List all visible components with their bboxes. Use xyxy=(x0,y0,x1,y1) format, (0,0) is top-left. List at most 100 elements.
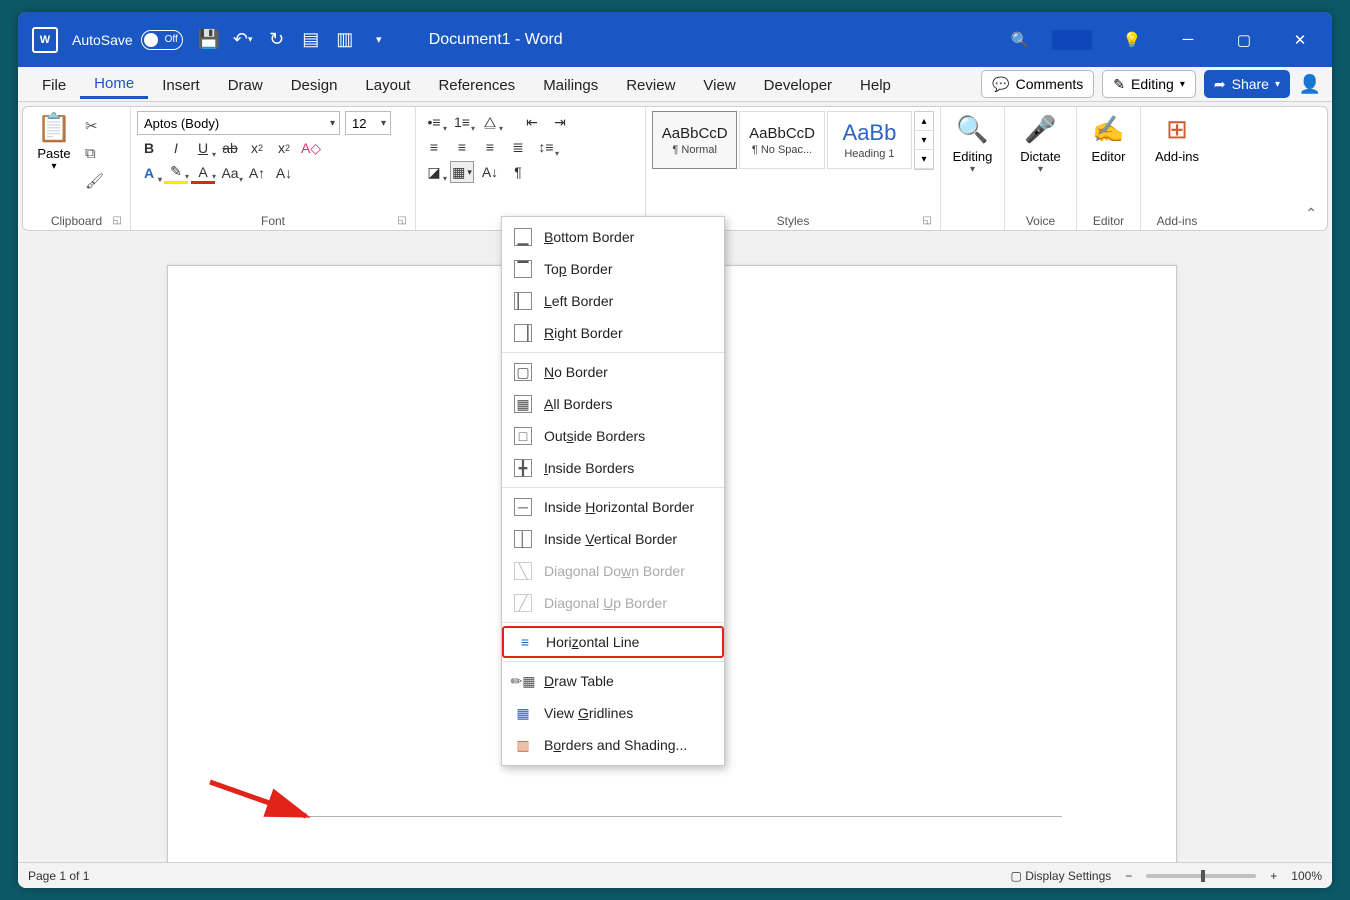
multilevel-button[interactable]: ⧋ xyxy=(478,111,502,133)
tab-design[interactable]: Design xyxy=(277,71,352,98)
align-left-button[interactable]: ≡ xyxy=(422,136,446,158)
highlight-button[interactable]: ✎ xyxy=(164,162,188,184)
tab-help[interactable]: Help xyxy=(846,71,905,98)
copy-icon[interactable]: ⧉ xyxy=(85,145,104,162)
menu-inside-horizontal[interactable]: ─Inside Horizontal Border xyxy=(502,491,724,523)
editor-button[interactable]: ✍ Editor Editor xyxy=(1077,107,1141,230)
qat-more-icon[interactable]: ▾ xyxy=(369,30,389,50)
maximize-button[interactable]: ▢ xyxy=(1216,12,1272,67)
tab-review[interactable]: Review xyxy=(612,71,689,98)
addins-button[interactable]: ⊞ Add-ins Add-ins xyxy=(1141,107,1213,230)
user-icon[interactable]: 👤 xyxy=(1296,70,1324,98)
account-chip[interactable] xyxy=(1052,30,1092,50)
tips-icon[interactable]: 💡 xyxy=(1104,12,1160,67)
menu-borders-shading[interactable]: ▥Borders and Shading... xyxy=(502,729,724,761)
tab-references[interactable]: References xyxy=(424,71,529,98)
justify-button[interactable]: ≣ xyxy=(506,136,530,158)
comments-button[interactable]: 💬 Comments xyxy=(981,70,1094,98)
zoom-percent[interactable]: 100% xyxy=(1291,869,1322,883)
align-center-button[interactable]: ≡ xyxy=(450,136,474,158)
grow-font-button[interactable]: A↑ xyxy=(245,162,269,184)
tab-home[interactable]: Home xyxy=(80,69,148,99)
minimize-button[interactable]: ─ xyxy=(1160,12,1216,67)
strike-button[interactable]: ab xyxy=(218,137,242,159)
tab-file[interactable]: File xyxy=(28,71,80,98)
page-indicator[interactable]: Page 1 of 1 xyxy=(28,869,89,883)
zoom-slider[interactable] xyxy=(1146,874,1256,878)
menu-horizontal-line[interactable]: ≡Horizontal Line xyxy=(502,626,724,658)
line-spacing-button[interactable]: ↕≡ xyxy=(534,136,558,158)
tab-view[interactable]: View xyxy=(689,71,749,98)
menu-view-gridlines[interactable]: ▦View Gridlines xyxy=(502,697,724,729)
undo-icon[interactable]: ↶▾ xyxy=(233,30,253,50)
menu-bottom-border[interactable]: ▁Bottom Border xyxy=(502,221,724,253)
cut-icon[interactable]: ✂ xyxy=(85,117,104,135)
text-effects-button[interactable]: A xyxy=(137,162,161,184)
touch-mode-icon[interactable]: ▤ xyxy=(301,30,321,50)
menu-outside-borders[interactable]: □Outside Borders xyxy=(502,420,724,452)
tab-mailings[interactable]: Mailings xyxy=(529,71,612,98)
share-button[interactable]: ➦ Share ▾ xyxy=(1204,70,1290,98)
shading-button[interactable]: ◪ xyxy=(422,161,446,183)
dialog-launcher-icon[interactable]: ◱ xyxy=(398,215,407,226)
numbering-button[interactable]: 1≡ xyxy=(450,111,474,133)
menu-all-borders[interactable]: ▦All Borders xyxy=(502,388,724,420)
inserted-horizontal-line[interactable] xyxy=(276,816,1062,817)
tab-developer[interactable]: Developer xyxy=(750,71,846,98)
zoom-in-button[interactable]: + xyxy=(1270,869,1277,883)
paste-button[interactable]: 📋 Paste ▾ xyxy=(29,111,79,172)
editing-button[interactable]: 🔍 Editing ▾ xyxy=(941,107,1005,230)
dialog-launcher-icon[interactable]: ◱ xyxy=(113,215,122,226)
format-painter-icon[interactable]: 🖌 xyxy=(85,172,104,190)
italic-button[interactable]: I xyxy=(164,137,188,159)
styles-up-icon[interactable]: ▴ xyxy=(915,112,933,131)
autosave-toggle[interactable]: AutoSave Off xyxy=(72,30,183,50)
search-icon[interactable]: 🔍 xyxy=(1000,12,1040,67)
editing-mode-button[interactable]: ✎ Editing ▾ xyxy=(1102,70,1196,98)
menu-no-border[interactable]: ▢No Border xyxy=(502,356,724,388)
increase-indent-button[interactable]: ⇥ xyxy=(548,111,572,133)
tab-insert[interactable]: Insert xyxy=(148,71,214,98)
show-marks-button[interactable]: ¶ xyxy=(506,161,530,183)
dialog-launcher-icon[interactable]: ◱ xyxy=(923,215,932,226)
font-size-combo[interactable]: 12 xyxy=(345,111,391,135)
menu-draw-table[interactable]: ✏▦Draw Table xyxy=(502,665,724,697)
shrink-font-button[interactable]: A↓ xyxy=(272,162,296,184)
save-icon[interactable]: 💾 xyxy=(199,30,219,50)
styles-down-icon[interactable]: ▾ xyxy=(915,131,933,150)
bullets-button[interactable]: •≡ xyxy=(422,111,446,133)
subscript-button[interactable]: x2 xyxy=(245,137,269,159)
customize-icon[interactable]: ▥ xyxy=(335,30,355,50)
tab-layout[interactable]: Layout xyxy=(351,71,424,98)
borders-button[interactable]: ▦ ▾ xyxy=(450,161,474,183)
font-color-button[interactable]: A xyxy=(191,162,215,184)
dictate-button[interactable]: 🎤 Dictate ▾ Voice xyxy=(1005,107,1077,230)
superscript-button[interactable]: x2 xyxy=(272,137,296,159)
style-nospacing[interactable]: AaBbCcD ¶ No Spac... xyxy=(739,111,824,169)
menu-inside-borders[interactable]: ╋Inside Borders xyxy=(502,452,724,484)
menu-top-border[interactable]: ▔Top Border xyxy=(502,253,724,285)
menu-left-border[interactable]: ▏Left Border xyxy=(502,285,724,317)
underline-button[interactable]: U xyxy=(191,137,215,159)
font-name-combo[interactable]: Aptos (Body) xyxy=(137,111,340,135)
styles-more-icon[interactable]: ▾ xyxy=(915,150,933,169)
bold-button[interactable]: B xyxy=(137,137,161,159)
zoom-thumb[interactable] xyxy=(1201,870,1205,882)
change-case-button[interactable]: Aa xyxy=(218,162,242,184)
style-heading1[interactable]: AaBb Heading 1 xyxy=(827,111,912,169)
decrease-indent-button[interactable]: ⇤ xyxy=(520,111,544,133)
style-normal[interactable]: AaBbCcD ¶ Normal xyxy=(652,111,737,169)
toggle-track[interactable]: Off xyxy=(141,30,183,50)
menu-inside-vertical[interactable]: │Inside Vertical Border xyxy=(502,523,724,555)
display-settings-button[interactable]: ▢ Display Settings xyxy=(1011,869,1112,883)
zoom-out-button[interactable]: − xyxy=(1125,869,1132,883)
sort-button[interactable]: A↓ xyxy=(478,161,502,183)
styles-scroll[interactable]: ▴ ▾ ▾ xyxy=(914,111,934,170)
clear-format-button[interactable]: A◇ xyxy=(299,137,323,159)
menu-right-border[interactable]: ▕Right Border xyxy=(502,317,724,349)
align-right-button[interactable]: ≡ xyxy=(478,136,502,158)
close-button[interactable]: ✕ xyxy=(1272,12,1328,67)
collapse-ribbon-icon[interactable]: ⌃ xyxy=(1305,205,1317,222)
redo-icon[interactable]: ↻ xyxy=(267,30,287,50)
tab-draw[interactable]: Draw xyxy=(214,71,277,98)
